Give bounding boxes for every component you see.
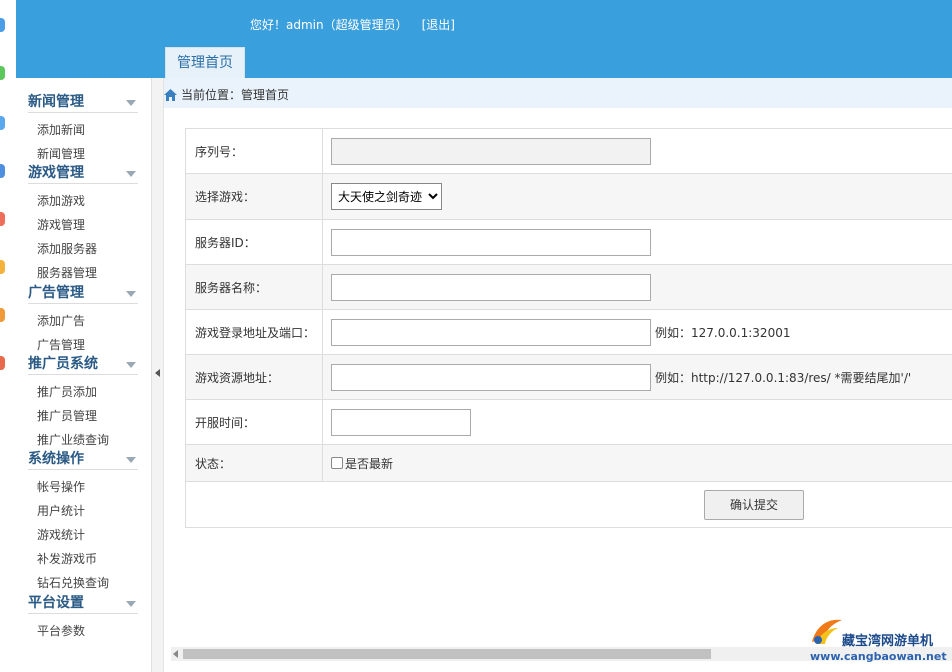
watermark: 藏宝湾网游单机 www.cangbaowan.net: [806, 612, 952, 672]
app-icon[interactable]: [0, 356, 5, 370]
app-icon[interactable]: [0, 212, 5, 226]
user-greeting: 您好！admin（超级管理员） [退出]: [250, 16, 455, 33]
scrollbar-thumb[interactable]: [183, 649, 711, 659]
sidebar-group-promoters[interactable]: 推广员系统: [28, 353, 138, 375]
res-addr-label: 游戏资源地址：: [185, 354, 323, 400]
form-row: 序列号：: [185, 128, 952, 174]
sidebar-item-add-game[interactable]: 添加游戏: [37, 189, 151, 213]
form-row: 选择游戏： 大天使之剑奇迹: [185, 173, 952, 220]
serial-input[interactable]: [331, 137, 651, 165]
greeting-text: 您好！admin（超级管理员）: [250, 18, 408, 32]
form-row: 游戏登录地址及端口： 例如：127.0.0.1:32001: [185, 309, 952, 355]
sidebar-item-account-ops[interactable]: 帐号操作: [37, 475, 151, 499]
latest-checkbox-label[interactable]: 是否最新: [345, 457, 393, 471]
app-icon[interactable]: [0, 18, 5, 32]
sidebar-item-user-stats[interactable]: 用户统计: [37, 499, 151, 523]
chevron-down-icon[interactable]: [126, 362, 136, 368]
open-time-input[interactable]: [331, 408, 471, 436]
sidebar-group-ads[interactable]: 广告管理: [28, 282, 138, 304]
sidebar-item-add-server[interactable]: 添加服务器: [37, 237, 151, 261]
main-content: 序列号： 选择游戏： 大天使之剑奇迹 服务器ID： 服务器名称： 游戏登录地址及…: [164, 108, 952, 672]
status-label: 状态：: [185, 444, 323, 482]
game-select[interactable]: 大天使之剑奇迹: [331, 183, 442, 210]
chevron-down-icon[interactable]: [126, 100, 136, 106]
logout-link[interactable]: [退出]: [422, 18, 455, 32]
serial-label: 序列号：: [185, 128, 323, 174]
sidebar-group-title: 广告管理: [28, 285, 84, 301]
sidebar-group-games[interactable]: 游戏管理: [28, 162, 138, 184]
sidebar-group-news[interactable]: 新闻管理: [28, 91, 138, 113]
form-row: 游戏资源地址： 例如：http://127.0.0.1:83/res/ *需要结…: [185, 354, 952, 400]
sidebar-item-add-ad[interactable]: 添加广告: [37, 309, 151, 333]
open-time-label: 开服时间：: [185, 399, 323, 445]
game-label: 选择游戏：: [185, 173, 323, 220]
chevron-down-icon[interactable]: [126, 291, 136, 297]
sidebar-item-add-promoter[interactable]: 推广员添加: [37, 380, 151, 404]
login-addr-input[interactable]: [331, 318, 651, 346]
watermark-url: www.cangbaowan.net: [810, 650, 947, 663]
form-row: 开服时间：: [185, 399, 952, 445]
latest-checkbox[interactable]: [331, 457, 343, 469]
sidebar-item-reissue-coins[interactable]: 补发游戏币: [37, 547, 151, 571]
breadcrumb: 当前位置：管理首页: [164, 86, 289, 104]
form-row: 确认提交: [185, 481, 952, 528]
app-icon[interactable]: [0, 164, 5, 178]
form-row: 服务器名称：: [185, 264, 952, 310]
server-name-label: 服务器名称：: [185, 264, 323, 310]
chevron-down-icon[interactable]: [126, 171, 136, 177]
sidebar-item-promoter-manage[interactable]: 推广员管理: [37, 404, 151, 428]
sidebar-item-game-manage[interactable]: 游戏管理: [37, 213, 151, 237]
submit-button[interactable]: 确认提交: [704, 489, 804, 520]
app-icon[interactable]: [0, 260, 5, 274]
sidebar-group-title: 游戏管理: [28, 165, 84, 181]
server-name-input[interactable]: [331, 273, 651, 301]
sidebar-group-title: 系统操作: [28, 451, 84, 467]
watermark-title: 藏宝湾网游单机: [842, 634, 934, 649]
sidebar-item-game-stats[interactable]: 游戏统计: [37, 523, 151, 547]
breadcrumb-bar: 当前位置：管理首页: [164, 78, 952, 108]
tab-home[interactable]: 管理首页: [165, 47, 245, 78]
sidebar-collapse-handle[interactable]: [152, 78, 164, 672]
chevron-down-icon[interactable]: [126, 601, 136, 607]
form-row: 服务器ID：: [185, 219, 952, 265]
sidebar-group-platform[interactable]: 平台设置: [28, 592, 138, 614]
home-icon: [164, 89, 177, 104]
res-addr-hint: 例如：http://127.0.0.1:83/res/ *需要结尾加'/': [655, 370, 912, 385]
left-icon-strip: [0, 0, 16, 672]
chevron-left-icon[interactable]: [155, 369, 160, 377]
form-row: 状态： 是否最新: [185, 444, 952, 482]
watermark-logo-icon: [808, 616, 844, 651]
res-addr-input[interactable]: [331, 363, 651, 391]
login-addr-hint: 例如：127.0.0.1:32001: [655, 325, 791, 340]
server-id-input[interactable]: [331, 228, 651, 256]
app-icon[interactable]: [0, 116, 5, 130]
server-form: 序列号： 选择游戏： 大天使之剑奇迹 服务器ID： 服务器名称： 游戏登录地址及…: [185, 128, 952, 528]
sidebar-group-title: 新闻管理: [28, 94, 84, 110]
scroll-left-icon[interactable]: [173, 650, 178, 658]
top-header: 您好！admin（超级管理员） [退出] 管理首页: [16, 0, 952, 78]
app-icon[interactable]: [0, 66, 5, 80]
sidebar-item-platform-params[interactable]: 平台参数: [37, 619, 151, 643]
breadcrumb-label: 当前位置：: [181, 88, 242, 102]
login-addr-label: 游戏登录地址及端口：: [185, 309, 323, 355]
sidebar: 新闻管理 添加新闻 新闻管理 游戏管理 添加游戏 游戏管理 添加服务器 服务器管…: [16, 78, 152, 672]
breadcrumb-current: 管理首页: [241, 88, 290, 102]
sidebar-item-add-news[interactable]: 添加新闻: [37, 118, 151, 142]
server-id-label: 服务器ID：: [185, 219, 323, 265]
sidebar-group-title: 推广员系统: [28, 356, 98, 372]
chevron-down-icon[interactable]: [126, 457, 136, 463]
sidebar-group-system[interactable]: 系统操作: [28, 448, 138, 470]
sidebar-group-title: 平台设置: [28, 595, 84, 611]
app-icon[interactable]: [0, 308, 5, 322]
